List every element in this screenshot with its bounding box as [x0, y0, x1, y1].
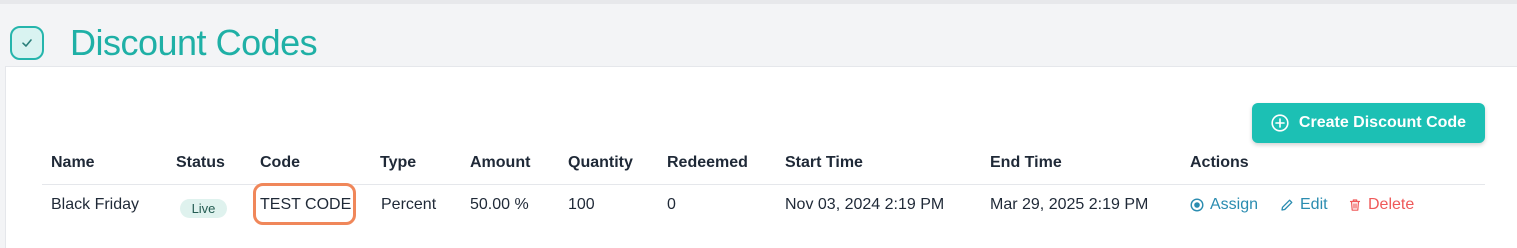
column-header-type: Type: [380, 154, 417, 171]
column-header-name: Name: [51, 154, 95, 171]
column-header-end-time: End Time: [990, 154, 1062, 171]
column-header-amount: Amount: [470, 154, 531, 171]
cell-quantity: 100: [568, 196, 595, 213]
discount-codes-card: [5, 66, 1517, 248]
pencil-icon: [1281, 199, 1293, 211]
top-divider: [0, 0, 1517, 4]
plus-circle-icon: [1271, 114, 1289, 132]
create-discount-code-button[interactable]: Create Discount Code: [1252, 103, 1485, 143]
cell-type: Percent: [381, 196, 437, 213]
cell-redeemed: 0: [667, 196, 676, 213]
column-header-quantity: Quantity: [568, 154, 633, 171]
cell-code: TEST CODE: [260, 196, 352, 213]
page-title: Discount Codes: [70, 22, 318, 63]
delete-button[interactable]: Delete: [1348, 196, 1414, 214]
edit-button[interactable]: Edit: [1280, 196, 1328, 214]
column-header-start-time: Start Time: [785, 154, 863, 171]
column-header-redeemed: Redeemed: [667, 154, 748, 171]
radio-dot-icon: [1190, 198, 1204, 212]
column-header-status: Status: [176, 154, 225, 171]
cell-amount: 50.00 %: [470, 196, 529, 213]
check-circle-icon: [10, 26, 44, 60]
cell-end-time: Mar 29, 2025 2:19 PM: [990, 196, 1149, 213]
assign-button[interactable]: Assign: [1190, 196, 1258, 214]
create-discount-code-label: Create Discount Code: [1298, 114, 1467, 131]
cell-start-time: Nov 03, 2024 2:19 PM: [785, 196, 945, 213]
cell-name: Black Friday: [51, 196, 140, 213]
assign-label: Assign: [1210, 196, 1259, 213]
column-header-actions: Actions: [1190, 154, 1249, 171]
page-header: Discount Codes: [10, 20, 318, 66]
column-header-code: Code: [260, 154, 300, 171]
trash-icon: [1349, 199, 1361, 211]
delete-label: Delete: [1368, 196, 1415, 213]
status-badge: Live: [180, 199, 227, 218]
edit-label: Edit: [1300, 196, 1328, 213]
